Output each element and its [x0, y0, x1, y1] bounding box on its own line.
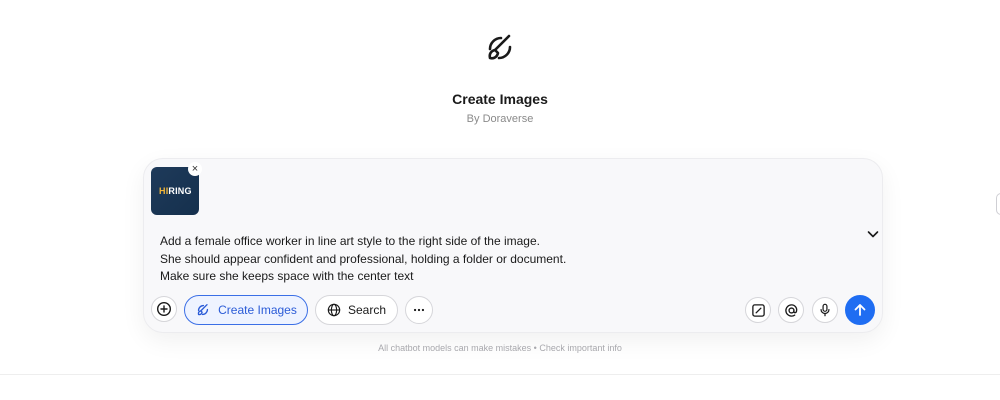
mention-button[interactable] [778, 297, 804, 323]
disclaimer-text: All chatbot models can make mistakes • C… [378, 343, 622, 353]
microphone-icon [820, 303, 830, 317]
arrow-up-icon [854, 304, 866, 316]
paint-brush-icon [197, 304, 209, 316]
remove-attachment-button[interactable]: × [188, 162, 202, 176]
create-images-label: Create Images [218, 303, 297, 317]
search-button[interactable]: Search [315, 295, 398, 325]
add-attachment-button[interactable] [151, 296, 177, 322]
prompt-line: Make sure she keeps space with the cente… [160, 269, 414, 283]
globe-icon [327, 303, 341, 317]
thumbnail-text: HIRING [159, 186, 192, 196]
plus-circle-icon [156, 301, 172, 317]
page-title: Create Images [452, 91, 548, 107]
agent-header: Create Images By Doraverse [0, 30, 1000, 125]
send-button[interactable] [845, 295, 875, 325]
prompt-line: Add a female office worker in line art s… [160, 234, 540, 248]
divider [0, 374, 1000, 375]
search-label: Search [347, 303, 387, 317]
canvas-button[interactable] [745, 297, 771, 323]
create-images-button[interactable]: Create Images [184, 295, 308, 325]
page-subtitle: By Doraverse [466, 113, 534, 125]
at-sign-icon [784, 303, 797, 317]
prompt-composer: HIRING × Add a female office worker in l… [143, 158, 883, 333]
paint-brush-logo-icon [488, 34, 512, 60]
edit-square-icon [751, 303, 765, 317]
ellipsis-icon [413, 308, 425, 312]
chevron-down-icon[interactable] [865, 226, 881, 242]
more-options-button[interactable] [405, 296, 433, 324]
voice-input-button[interactable] [812, 297, 838, 323]
prompt-input[interactable]: Add a female office worker in line art s… [160, 233, 840, 286]
prompt-line: She should appear confident and professi… [160, 251, 567, 266]
close-icon: × [191, 163, 199, 175]
side-panel-handle[interactable] [996, 193, 1000, 215]
